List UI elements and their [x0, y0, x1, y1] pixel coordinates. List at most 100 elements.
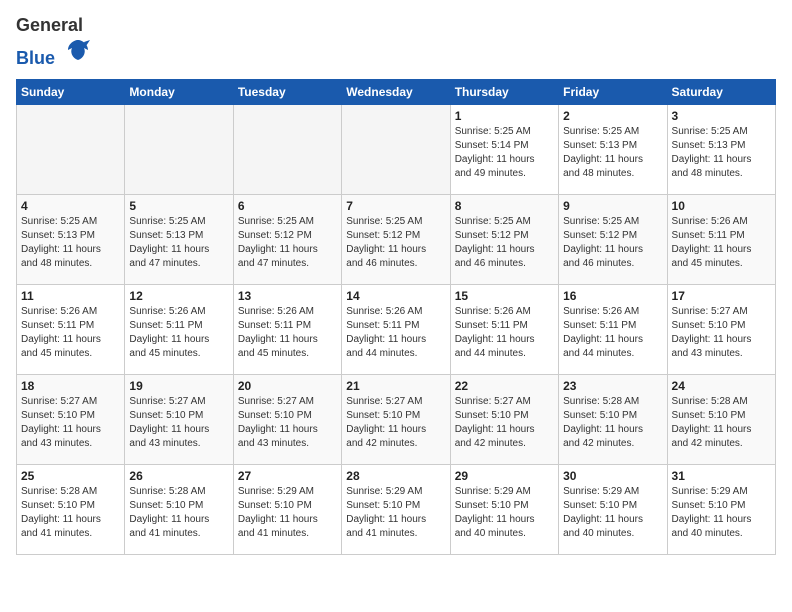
calendar-cell: 6Sunrise: 5:25 AM Sunset: 5:12 PM Daylig…: [233, 194, 341, 284]
day-number: 31: [672, 469, 771, 483]
calendar-cell: 28 Sunrise: 5:29 AM Sunset: 5:10 PM Dayli…: [342, 464, 450, 554]
calendar-cell: 1Sunrise: 5:25 AM Sunset: 5:14 PM Daylig…: [450, 104, 558, 194]
calendar-cell: 25Sunrise: 5:28 AM Sunset: 5:10 PM Dayli…: [17, 464, 125, 554]
calendar-cell: [342, 104, 450, 194]
calendar-cell: [125, 104, 233, 194]
day-info: Sunrise: 5:28 AM Sunset: 5:10 PM Dayligh…: [129, 485, 228, 541]
calendar-cell: 7 Sunrise: 5:25 AM Sunset: 5:12 PM Daylig…: [342, 194, 450, 284]
weekday-header-tuesday: Tuesday: [233, 79, 341, 104]
day-number: 5: [129, 199, 228, 213]
day-info: Sunrise: 5:29 AM Sunset: 5:10 PM Dayligh…: [346, 485, 445, 541]
day-info: Sunrise: 5:29 AM Sunset: 5:10 PM Dayligh…: [563, 485, 662, 541]
day-info: Sunrise: 5:27 AM Sunset: 5:10 PM Dayligh…: [238, 395, 337, 451]
day-info: Sunrise: 5:25 AM Sunset: 5:13 PM Dayligh…: [672, 125, 771, 181]
weekday-header-friday: Friday: [559, 79, 667, 104]
logo-blue: Blue: [16, 48, 55, 68]
day-info: Sunrise: 5:25 AM Sunset: 5:12 PM Dayligh…: [238, 215, 337, 271]
calendar-cell: 8 Sunrise: 5:25 AM Sunset: 5:12 PM Daylig…: [450, 194, 558, 284]
logo-general: General: [16, 15, 83, 35]
day-number: 18: [21, 379, 120, 393]
day-number: 16: [563, 289, 662, 303]
day-number: 21: [346, 379, 445, 393]
day-number: 17: [672, 289, 771, 303]
calendar-cell: 16 Sunrise: 5:26 AM Sunset: 5:11 PM Dayli…: [559, 284, 667, 374]
calendar-cell: 23 Sunrise: 5:28 AM Sunset: 5:10 PM Dayli…: [559, 374, 667, 464]
calendar-cell: 31 Sunrise: 5:29 AM Sunset: 5:10 PM Dayli…: [667, 464, 775, 554]
calendar-cell: 10Sunrise: 5:26 AM Sunset: 5:11 PM Dayli…: [667, 194, 775, 284]
day-number: 24: [672, 379, 771, 393]
calendar-cell: 14 Sunrise: 5:26 AM Sunset: 5:11 PM Dayli…: [342, 284, 450, 374]
calendar-cell: 26 Sunrise: 5:28 AM Sunset: 5:10 PM Dayli…: [125, 464, 233, 554]
calendar-week-row: 4Sunrise: 5:25 AM Sunset: 5:13 PM Daylig…: [17, 194, 776, 284]
day-info: Sunrise: 5:25 AM Sunset: 5:12 PM Dayligh…: [563, 215, 662, 271]
calendar-cell: [233, 104, 341, 194]
day-number: 12: [129, 289, 228, 303]
calendar-cell: 21 Sunrise: 5:27 AM Sunset: 5:10 PM Dayli…: [342, 374, 450, 464]
day-info: Sunrise: 5:29 AM Sunset: 5:10 PM Dayligh…: [672, 485, 771, 541]
logo: General Blue: [16, 16, 92, 69]
day-number: 23: [563, 379, 662, 393]
day-number: 14: [346, 289, 445, 303]
calendar-cell: 11Sunrise: 5:26 AM Sunset: 5:11 PM Dayli…: [17, 284, 125, 374]
day-number: 7: [346, 199, 445, 213]
logo-bird-icon: [64, 36, 92, 64]
day-info: Sunrise: 5:26 AM Sunset: 5:11 PM Dayligh…: [346, 305, 445, 361]
day-number: 13: [238, 289, 337, 303]
weekday-header-wednesday: Wednesday: [342, 79, 450, 104]
calendar-cell: 22Sunrise: 5:27 AM Sunset: 5:10 PM Dayli…: [450, 374, 558, 464]
calendar-cell: 4Sunrise: 5:25 AM Sunset: 5:13 PM Daylig…: [17, 194, 125, 284]
calendar-cell: 18Sunrise: 5:27 AM Sunset: 5:10 PM Dayli…: [17, 374, 125, 464]
day-number: 11: [21, 289, 120, 303]
calendar-cell: 3 Sunrise: 5:25 AM Sunset: 5:13 PM Daylig…: [667, 104, 775, 194]
calendar-cell: 12 Sunrise: 5:26 AM Sunset: 5:11 PM Dayli…: [125, 284, 233, 374]
calendar-cell: 17Sunrise: 5:27 AM Sunset: 5:10 PM Dayli…: [667, 284, 775, 374]
calendar-cell: 5 Sunrise: 5:25 AM Sunset: 5:13 PM Daylig…: [125, 194, 233, 284]
day-number: 15: [455, 289, 554, 303]
weekday-header-saturday: Saturday: [667, 79, 775, 104]
day-number: 22: [455, 379, 554, 393]
weekday-header-thursday: Thursday: [450, 79, 558, 104]
page-header: General Blue: [16, 16, 776, 69]
calendar-cell: 30Sunrise: 5:29 AM Sunset: 5:10 PM Dayli…: [559, 464, 667, 554]
calendar-cell: 20 Sunrise: 5:27 AM Sunset: 5:10 PM Dayli…: [233, 374, 341, 464]
day-info: Sunrise: 5:26 AM Sunset: 5:11 PM Dayligh…: [238, 305, 337, 361]
calendar-cell: 13 Sunrise: 5:26 AM Sunset: 5:11 PM Dayli…: [233, 284, 341, 374]
day-info: Sunrise: 5:25 AM Sunset: 5:13 PM Dayligh…: [563, 125, 662, 181]
day-info: Sunrise: 5:26 AM Sunset: 5:11 PM Dayligh…: [455, 305, 554, 361]
day-number: 20: [238, 379, 337, 393]
day-info: Sunrise: 5:25 AM Sunset: 5:13 PM Dayligh…: [129, 215, 228, 271]
day-number: 2: [563, 109, 662, 123]
day-info: Sunrise: 5:26 AM Sunset: 5:11 PM Dayligh…: [563, 305, 662, 361]
day-info: Sunrise: 5:27 AM Sunset: 5:10 PM Dayligh…: [346, 395, 445, 451]
day-number: 26: [129, 469, 228, 483]
day-info: Sunrise: 5:26 AM Sunset: 5:11 PM Dayligh…: [129, 305, 228, 361]
calendar-week-row: 18 Sunrise: 5:27 AM Sunset: 5:10 PM Dayli…: [17, 374, 776, 464]
day-info: Sunrise: 5:25 AM Sunset: 5:12 PM Dayligh…: [455, 215, 554, 271]
day-number: 9: [563, 199, 662, 213]
day-number: 27: [238, 469, 337, 483]
calendar-week-row: 11 Sunrise: 5:26 AM Sunset: 5:11 PM Dayli…: [17, 284, 776, 374]
day-info: Sunrise: 5:28 AM Sunset: 5:10 PM Dayligh…: [563, 395, 662, 451]
day-number: 19: [129, 379, 228, 393]
calendar-week-row: 25 Sunrise: 5:28 AM Sunset: 5:10 PM Dayli…: [17, 464, 776, 554]
day-number: 29: [455, 469, 554, 483]
day-number: 8: [455, 199, 554, 213]
day-number: 25: [21, 469, 120, 483]
day-info: Sunrise: 5:26 AM Sunset: 5:11 PM Dayligh…: [672, 215, 771, 271]
calendar-cell: 2 Sunrise: 5:25 AM Sunset: 5:13 PM Daylig…: [559, 104, 667, 194]
day-info: Sunrise: 5:29 AM Sunset: 5:10 PM Dayligh…: [238, 485, 337, 541]
calendar-cell: [17, 104, 125, 194]
calendar-cell: 9 Sunrise: 5:25 AM Sunset: 5:12 PM Daylig…: [559, 194, 667, 284]
weekday-header-sunday: Sunday: [17, 79, 125, 104]
weekday-header-row: SundayMondayTuesdayWednesdayThursdayFrid…: [17, 79, 776, 104]
day-info: Sunrise: 5:28 AM Sunset: 5:10 PM Dayligh…: [672, 395, 771, 451]
calendar-cell: 27 Sunrise: 5:29 AM Sunset: 5:10 PM Dayli…: [233, 464, 341, 554]
calendar-cell: 29Sunrise: 5:29 AM Sunset: 5:10 PM Dayli…: [450, 464, 558, 554]
calendar-cell: 19Sunrise: 5:27 AM Sunset: 5:10 PM Dayli…: [125, 374, 233, 464]
day-number: 3: [672, 109, 771, 123]
day-number: 28: [346, 469, 445, 483]
day-number: 1: [455, 109, 554, 123]
day-info: Sunrise: 5:25 AM Sunset: 5:12 PM Dayligh…: [346, 215, 445, 271]
weekday-header-monday: Monday: [125, 79, 233, 104]
calendar-week-row: 1Sunrise: 5:25 AM Sunset: 5:14 PM Daylig…: [17, 104, 776, 194]
